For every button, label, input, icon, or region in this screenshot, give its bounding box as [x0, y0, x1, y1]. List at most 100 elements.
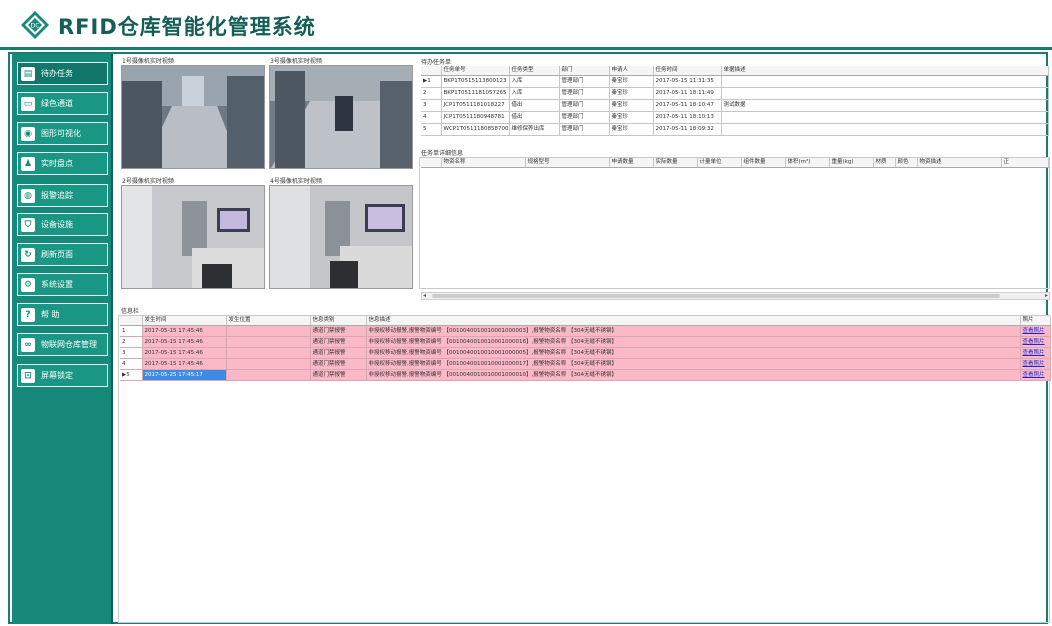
column-header[interactable]: 申请人	[609, 66, 654, 76]
table-cell: 秦宝珍	[609, 123, 654, 136]
row-index: 4	[120, 358, 143, 370]
horizontal-scrollbar[interactable]: ◂ ▸	[421, 292, 1050, 300]
table-cell: 借出	[509, 111, 560, 124]
column-header[interactable]: 信息类别	[310, 316, 367, 326]
column-header[interactable]: 任务类型	[509, 66, 560, 76]
column-header[interactable]: 材质	[873, 158, 896, 168]
camera-feed-4[interactable]	[269, 185, 413, 289]
column-header[interactable]: 任务时间	[653, 66, 722, 76]
table-cell: 非授权移动报警,报警物资编号 【0010040010010001000010】,…	[366, 369, 1021, 381]
row-index: 4	[421, 111, 442, 124]
sidebar-item-label: 帮 助	[41, 310, 60, 319]
sidebar-item-lock-screen[interactable]: ⊡ 屏幕锁定	[17, 364, 108, 387]
view-photo-link[interactable]: 查看照片	[1020, 336, 1051, 348]
scroll-right-icon[interactable]: ▸	[1045, 292, 1048, 299]
column-header	[120, 316, 143, 326]
column-header[interactable]: 物资名称	[441, 158, 526, 168]
table-cell: 非授权移动报警,报警物资编号 【0010040010010001000016】,…	[366, 336, 1021, 348]
table-row[interactable]: ▶1 BKP1T0515113800123 入库 管理部门 秦宝珍 2017-0…	[421, 75, 1049, 88]
row-index: 3	[120, 347, 143, 359]
view-photo-link[interactable]: 查看照片	[1020, 358, 1051, 370]
table-cell: WCP1T0511180858700	[441, 123, 510, 136]
sidebar-item-inventory[interactable]: ♟ 实时盘点	[17, 152, 108, 175]
view-photo-link[interactable]: 查看照片	[1020, 347, 1051, 359]
sidebar-item-alarm-tracking[interactable]: ◍ 报警追踪	[17, 184, 108, 207]
table-cell: 2017-05-11 18:10:47	[653, 99, 722, 112]
sidebar-item-green-channel[interactable]: ▭ 绿色通道	[17, 92, 108, 115]
table-row[interactable]: 2 BKP1T0511181057265 入库 管理部门 秦宝珍 2017-05…	[421, 87, 1049, 100]
column-header[interactable]: 单据描述	[721, 66, 1049, 76]
column-header[interactable]: 任务单号	[441, 66, 510, 76]
row-index: 2	[421, 87, 442, 100]
table-cell: JCP1T0511181018227	[441, 99, 510, 112]
row-index: ▶5	[120, 369, 143, 381]
column-header[interactable]: 部门	[559, 66, 610, 76]
document-icon: ▤	[21, 66, 35, 81]
info-table: 发生时间 发生位置 信息类别 信息描述 照片 1 2017-05-15 17:4…	[120, 316, 1051, 381]
table-cell: 2017-05-15 11:31:35	[653, 75, 722, 88]
camera-feed-2[interactable]	[121, 185, 265, 289]
camera-title: 3号摄像机实时视频	[270, 58, 322, 65]
table-cell: 2017-05-15 17:45:46	[142, 347, 227, 359]
sidebar-item-visualization[interactable]: ◉ 图形可视化	[17, 122, 108, 145]
app-title: RFID仓库智能化管理系统	[58, 15, 316, 39]
table-cell	[226, 347, 311, 359]
column-header[interactable]: 正	[1001, 158, 1049, 168]
table-cell: 非授权移动报警,报警物资编号 【0010040010010001000005】,…	[366, 347, 1021, 359]
column-header[interactable]: 体积(m³)	[785, 158, 830, 168]
table-row[interactable]: 4 2017-05-15 17:45:46 通道门禁报警 非授权移动报警,报警物…	[120, 358, 1051, 370]
table-row[interactable]: 1 2017-05-15 17:45:46 通道门禁报警 非授权移动报警,报警物…	[120, 325, 1051, 337]
sidebar-item-label: 物联网仓库管理	[41, 340, 97, 349]
sidebar-item-pending-tasks[interactable]: ▤ 待办任务	[17, 62, 108, 85]
column-header[interactable]: 颜色	[895, 158, 918, 168]
table-header-row: 任务单号 任务类型 部门 申请人 任务时间 单据描述	[421, 66, 1049, 76]
table-row[interactable]: 5 WCP1T0511180858700 维修保养出库 管理部门 秦宝珍 201…	[421, 123, 1049, 136]
sidebar-item-settings[interactable]: ⚙ 系统设置	[17, 273, 108, 296]
info-title: 信息栏	[121, 308, 140, 315]
view-photo-link[interactable]: 查看照片	[1020, 369, 1051, 381]
column-header[interactable]: 实际数量	[653, 158, 698, 168]
column-header[interactable]: 计量单位	[697, 158, 742, 168]
sidebar-item-help[interactable]: ? 帮 助	[17, 303, 108, 326]
table-cell: 2017-05-11 18:11:49	[653, 87, 722, 100]
column-header[interactable]: 组件数量	[741, 158, 786, 168]
table-row-selected[interactable]: ▶5 2017-05-25 17:45:17 通道门禁报警 非授权移动报警,报警…	[120, 369, 1051, 381]
column-header[interactable]: 发生位置	[226, 316, 311, 326]
camera-title: 4号摄像机实时视频	[270, 178, 322, 185]
refresh-icon: ↻	[21, 247, 35, 262]
camera-feed-3[interactable]	[269, 65, 413, 169]
table-cell	[721, 123, 1049, 136]
table-row[interactable]: 3 JCP1T0511181018227 借出 管理部门 秦宝珍 2017-05…	[421, 99, 1049, 112]
scroll-left-icon[interactable]: ◂	[423, 292, 426, 299]
gear-icon: ⚙	[21, 277, 35, 292]
column-header[interactable]: 重量(kg)	[829, 158, 874, 168]
column-header[interactable]: 物资描述	[917, 158, 1002, 168]
app-header: DC RFID仓库智能化管理系统	[0, 0, 1052, 50]
scrollbar-thumb[interactable]	[432, 294, 1000, 298]
table-row[interactable]: 2 2017-05-15 17:45:46 通道门禁报警 非授权移动报警,报警物…	[120, 336, 1051, 348]
table-cell	[721, 111, 1049, 124]
table-cell: 秦宝珍	[609, 111, 654, 124]
sidebar-item-iot-warehouse[interactable]: ∞ 物联网仓库管理	[17, 333, 108, 356]
column-header[interactable]: 信息描述	[366, 316, 1021, 326]
table-cell: 测试数据	[721, 99, 1049, 112]
view-photo-link[interactable]: 查看照片	[1020, 325, 1051, 337]
tasks-table: 任务单号 任务类型 部门 申请人 任务时间 单据描述 ▶1 BKP1T05151…	[421, 66, 1049, 136]
sidebar-item-label: 实时盘点	[41, 159, 73, 168]
sidebar-item-equipment[interactable]: ⛉ 设备设施	[17, 213, 108, 236]
table-cell: 管理部门	[559, 75, 610, 88]
table-cell: 管理部门	[559, 123, 610, 136]
sidebar-item-label: 设备设施	[41, 220, 73, 229]
camera-feed-1[interactable]	[121, 65, 265, 169]
column-header[interactable]: 规格型号	[525, 158, 610, 168]
row-index: 5	[421, 123, 442, 136]
column-header[interactable]: 照片	[1020, 316, 1051, 326]
table-row[interactable]: 4 JCP1T0511180948781 借出 管理部门 秦宝珍 2017-05…	[421, 111, 1049, 124]
table-row[interactable]: 3 2017-05-15 17:45:46 通道门禁报警 非授权移动报警,报警物…	[120, 347, 1051, 359]
row-index: ▶1	[421, 75, 442, 88]
column-header[interactable]: 发生时间	[142, 316, 227, 326]
table-header-row: 物资名称 规格型号 申请数量 实际数量 计量单位 组件数量 体积(m³) 重量(…	[421, 158, 1049, 168]
sidebar-item-refresh[interactable]: ↻ 刷新页面	[17, 243, 108, 266]
question-icon: ?	[21, 307, 35, 322]
column-header[interactable]: 申请数量	[609, 158, 654, 168]
